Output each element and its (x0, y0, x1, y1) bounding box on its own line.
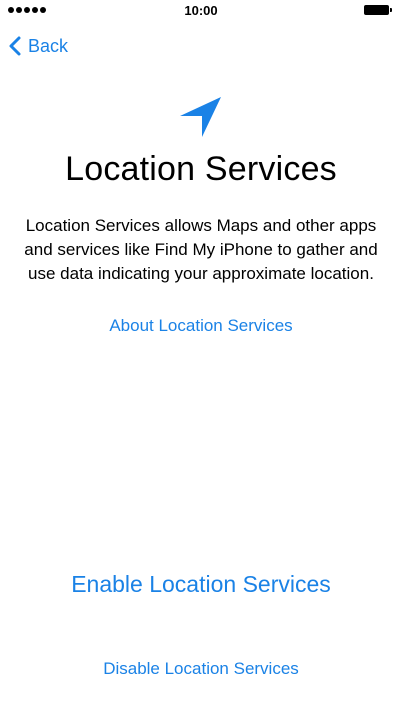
enable-location-services-button[interactable]: Enable Location Services (0, 571, 402, 598)
battery-icon (364, 5, 394, 15)
status-bar: 10:00 (0, 0, 402, 22)
disable-location-services-button[interactable]: Disable Location Services (0, 659, 402, 679)
screen: 10:00 Back Location Services Location Se… (0, 0, 402, 715)
chevron-left-icon (9, 36, 21, 56)
back-button[interactable]: Back (8, 32, 68, 60)
description-text: Location Services allows Maps and other … (24, 216, 378, 283)
page-title: Location Services (65, 150, 337, 188)
about-location-services-link[interactable]: About Location Services (0, 316, 402, 336)
status-time: 10:00 (184, 3, 218, 18)
location-arrow-icon (180, 97, 221, 137)
back-label: Back (28, 35, 69, 56)
